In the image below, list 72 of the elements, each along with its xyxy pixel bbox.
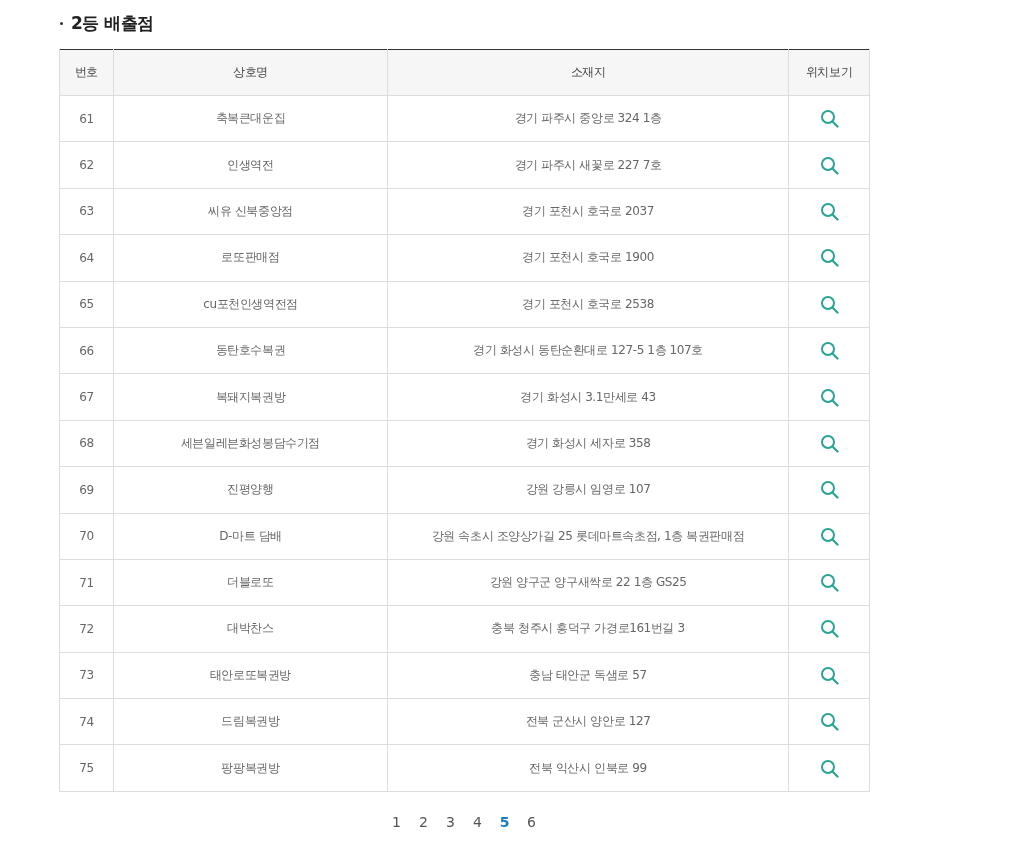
table-cell: 팡팡복권방	[113, 744, 388, 792]
search-icon[interactable]	[819, 526, 839, 546]
table-cell: 태안로또복권방	[113, 652, 388, 699]
search-icon[interactable]	[819, 480, 839, 500]
table-cell: 진평양행	[113, 466, 388, 513]
table-cell: 인생역전	[113, 141, 388, 189]
table-cell: 전북 익산시 인북로 99	[387, 744, 789, 792]
column-header: 위치보기	[788, 49, 870, 96]
search-icon[interactable]	[819, 294, 839, 314]
page-link[interactable]: 1	[383, 813, 410, 830]
table-cell: 씨유 신북중앙점	[113, 188, 388, 235]
table-cell: 71	[59, 559, 114, 606]
table-cell: 드림복권방	[113, 698, 388, 745]
table-cell: 72	[59, 605, 114, 653]
table-cell: 65	[59, 281, 114, 328]
search-icon[interactable]	[819, 248, 839, 268]
table-cell: 61	[59, 95, 114, 142]
page-link[interactable]: 6	[518, 813, 545, 830]
table-cell: 62	[59, 141, 114, 189]
search-icon[interactable]	[819, 341, 839, 361]
table-cell: 세븐일레븐화성봉담수기점	[113, 420, 388, 467]
page-link[interactable]: 3	[437, 813, 464, 830]
table-cell: 전북 군산시 양안로 127	[387, 698, 789, 745]
table-cell: 경기 포천시 호국로 1900	[387, 234, 789, 282]
search-icon[interactable]	[819, 433, 839, 453]
search-icon[interactable]	[819, 712, 839, 732]
table-cell: 경기 파주시 새꽃로 227 7호	[387, 141, 789, 189]
table-cell: 70	[59, 513, 114, 560]
table-cell: 경기 화성시 3.1만세로 43	[387, 373, 789, 421]
table-cell: 복돼지복권방	[113, 373, 388, 421]
column-header: 상호명	[113, 49, 388, 96]
table-cell: 73	[59, 652, 114, 699]
table-cell: 충북 청주시 흥덕구 가경로161번길 3	[387, 605, 789, 653]
table-cell: 경기 화성시 동탄순환대로 127-5 1층 107호	[387, 327, 789, 374]
table-cell: 경기 포천시 호국로 2538	[387, 281, 789, 328]
bullet-icon	[60, 21, 63, 25]
table-cell: 경기 포천시 호국로 2037	[387, 188, 789, 235]
column-header: 소재지	[387, 49, 789, 96]
search-icon[interactable]	[819, 155, 839, 175]
page-link[interactable]: 4	[464, 813, 491, 830]
section-title: 2등 배출점	[71, 11, 154, 35]
search-icon[interactable]	[819, 758, 839, 778]
table-cell: 64	[59, 234, 114, 282]
search-icon[interactable]	[819, 109, 839, 129]
table-cell: 축복큰대운집	[113, 95, 388, 142]
search-icon[interactable]	[819, 387, 839, 407]
search-icon[interactable]	[819, 201, 839, 221]
search-icon[interactable]	[819, 573, 839, 593]
page-link[interactable]: 5	[491, 813, 518, 830]
table-cell: 충남 태안군 독샘로 57	[387, 652, 789, 699]
table-cell: D-마트 담배	[113, 513, 388, 560]
table-cell: 대박찬스	[113, 605, 388, 653]
search-icon[interactable]	[819, 665, 839, 685]
table-cell: 강원 양구군 양구새싹로 22 1층 GS25	[387, 559, 789, 606]
table-cell: 68	[59, 420, 114, 467]
table-cell: 로또판매점	[113, 234, 388, 282]
table-cell: 63	[59, 188, 114, 235]
table-cell: 69	[59, 466, 114, 513]
page-link[interactable]: 2	[410, 813, 437, 830]
table-cell: 더블로또	[113, 559, 388, 606]
table-cell: 67	[59, 373, 114, 421]
table-cell: 경기 파주시 중앙로 324 1층	[387, 95, 789, 142]
search-icon[interactable]	[819, 619, 839, 639]
table-cell: 강원 속초시 조양상가길 25 롯데마트속초점, 1층 복권판매점	[387, 513, 789, 560]
column-header: 번호	[59, 49, 114, 96]
table-cell: 경기 화성시 세자로 358	[387, 420, 789, 467]
table-cell: 66	[59, 327, 114, 374]
table-cell: 74	[59, 698, 114, 745]
table-cell: 강원 강릉시 임영로 107	[387, 466, 789, 513]
table-cell: 동탄호수복권	[113, 327, 388, 374]
table-cell: 75	[59, 744, 114, 792]
table-cell: cu포천인생역전점	[113, 281, 388, 328]
